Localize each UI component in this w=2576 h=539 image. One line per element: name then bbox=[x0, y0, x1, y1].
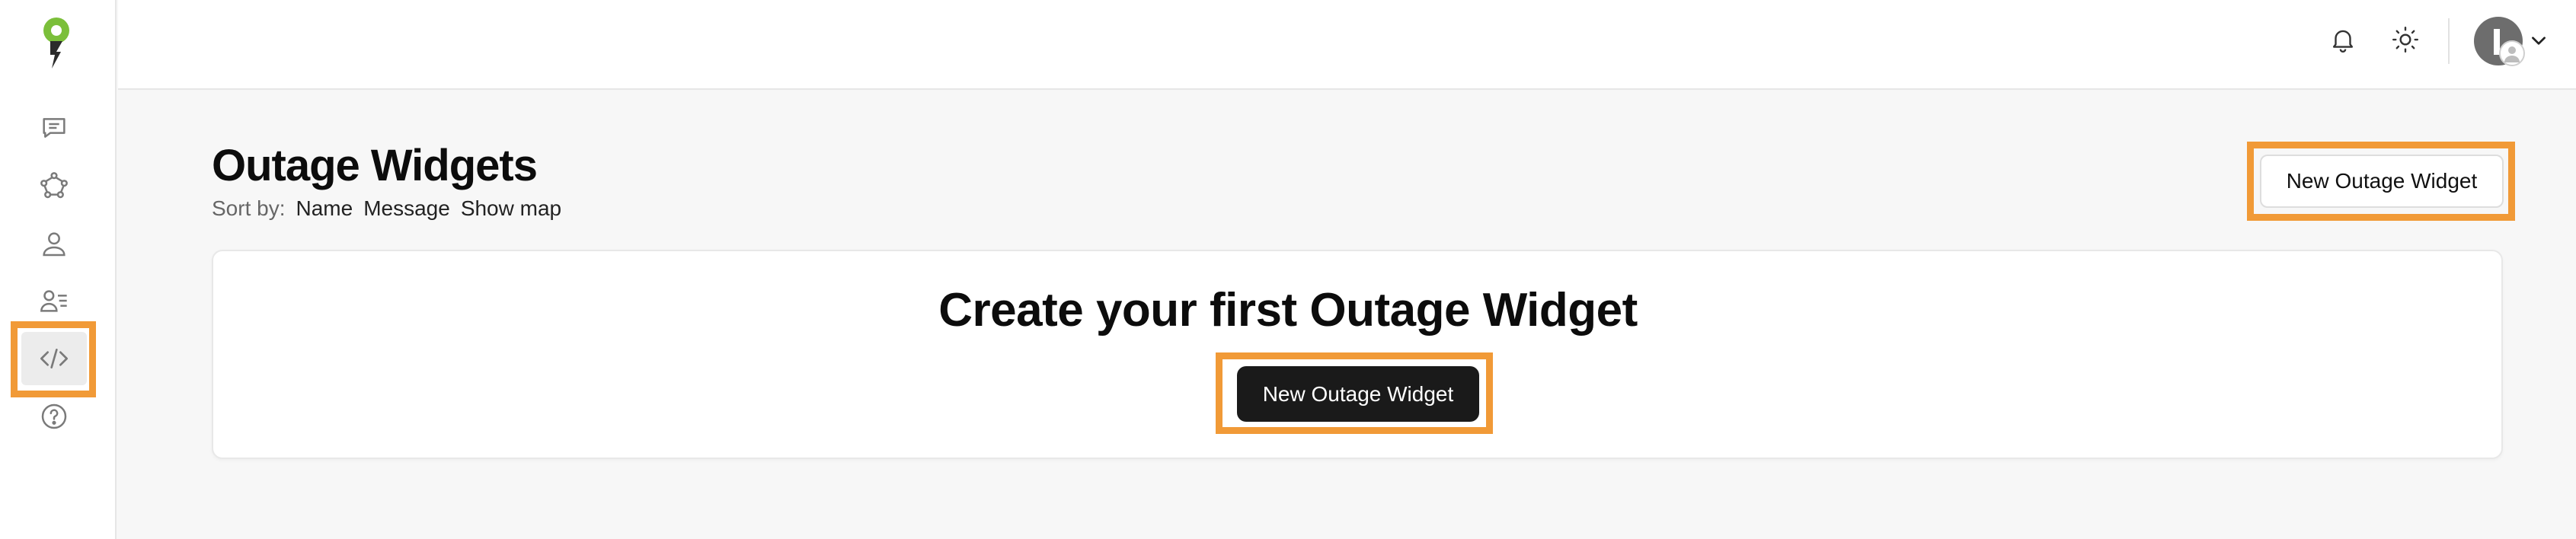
top-bar bbox=[118, 0, 2576, 90]
chevron-down-icon[interactable] bbox=[2529, 30, 2549, 50]
notifications-button[interactable] bbox=[2326, 23, 2360, 56]
app-logo[interactable] bbox=[37, 15, 76, 70]
avatar-status-badge bbox=[2499, 40, 2525, 66]
sort-bar: Sort by: Name Message Show map bbox=[212, 196, 561, 221]
bell-icon bbox=[2332, 30, 2354, 53]
user-icon bbox=[43, 232, 66, 257]
highlight-new-widget-button bbox=[2247, 142, 2515, 221]
network-icon bbox=[40, 172, 68, 199]
empty-state-title: Create your first Outage Widget bbox=[938, 284, 1638, 336]
sort-label: Sort by: bbox=[212, 196, 286, 220]
sort-option-name[interactable]: Name bbox=[296, 196, 353, 221]
chat-bubble-icon bbox=[43, 118, 66, 138]
help-circle-icon bbox=[41, 403, 67, 429]
sun-icon bbox=[2392, 26, 2419, 53]
sidebar bbox=[0, 0, 117, 539]
top-bar-divider bbox=[2448, 18, 2450, 64]
sidebar-item-messages[interactable] bbox=[21, 101, 87, 155]
page-title: Outage Widgets bbox=[212, 141, 538, 190]
sort-option-message[interactable]: Message bbox=[363, 196, 450, 221]
theme-toggle-button[interactable] bbox=[2389, 23, 2422, 56]
sidebar-item-customers[interactable] bbox=[21, 217, 87, 270]
sidebar-item-integrations[interactable] bbox=[21, 159, 87, 212]
highlight-create-widget-button bbox=[1216, 352, 1493, 434]
sidebar-item-help[interactable] bbox=[21, 390, 87, 443]
show-map-toggle[interactable]: Show map bbox=[461, 196, 561, 221]
